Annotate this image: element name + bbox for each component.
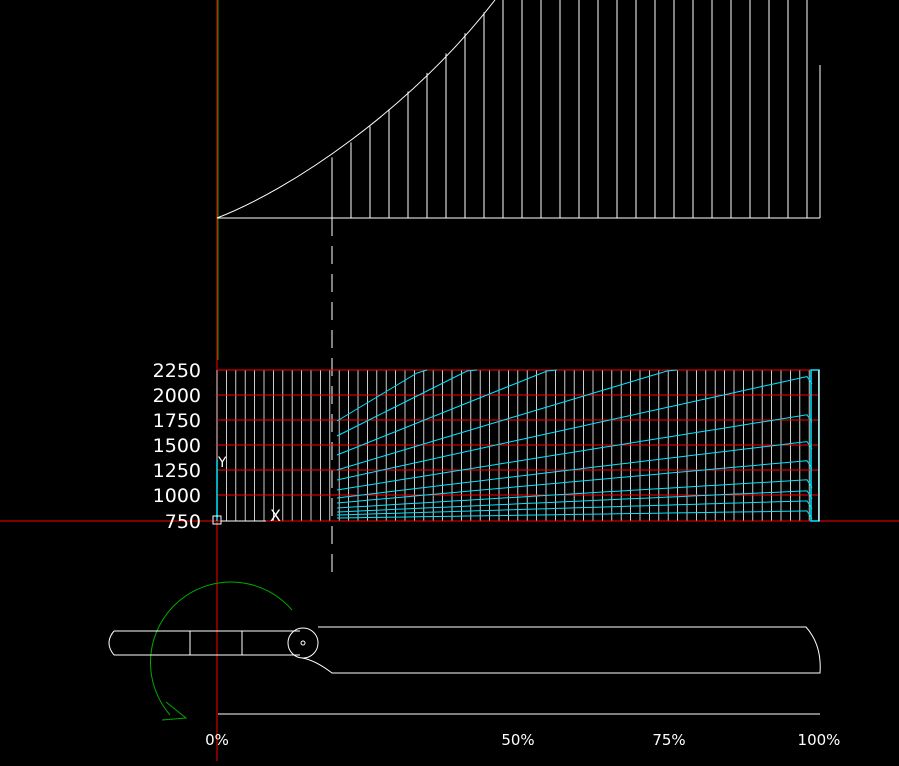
hub-circle [287,627,319,659]
y-tick-label: 1500 [153,435,201,457]
x-tick-label: 75% [652,731,685,749]
x-tick-label: 50% [501,731,534,749]
chord-profile-hatching [331,0,821,218]
blade-body [301,626,821,674]
blade-outline [108,626,821,715]
distribution-grid: 2250 2000 1750 1500 1250 1000 750 [153,360,820,533]
rotation-arrow-head [161,701,188,721]
cyan-curve [336,369,558,456]
y-tick-label: 1000 [153,485,201,507]
y-tick-label: 1250 [153,460,201,482]
blade-root-segments [108,630,300,656]
x-tick-label: 100% [798,731,841,749]
rotation-arc [150,581,293,716]
x-axis-tick-labels: 0% 50% 75% 100% [205,731,840,749]
y-tick-label: 2250 [153,360,201,382]
x-tick-label: 0% [205,731,229,749]
cad-viewport[interactable]: 2250 2000 1750 1500 1250 1000 750 Y X 0% 50% 7… [0,0,899,761]
y-tick-label: 1750 [153,410,201,432]
ucs-x-label: X [270,506,281,525]
blade-drawing: 2250 2000 1750 1500 1250 1000 750 Y X 0% 50% 7… [0,0,899,761]
ucs-y-label: Y [217,455,227,471]
y-tick-label: 2000 [153,385,201,407]
y-axis-tick-labels: 2250 2000 1750 1500 1250 1000 750 [153,360,201,533]
grid-horizontal-lines [217,369,820,522]
hub-pin [300,640,306,646]
ucs-icon[interactable]: Y X [212,455,281,525]
rotation-arrow [150,581,293,721]
y-tick-label: 750 [165,511,201,533]
chord-profile [216,0,821,219]
chord-profile-curve [216,0,496,219]
